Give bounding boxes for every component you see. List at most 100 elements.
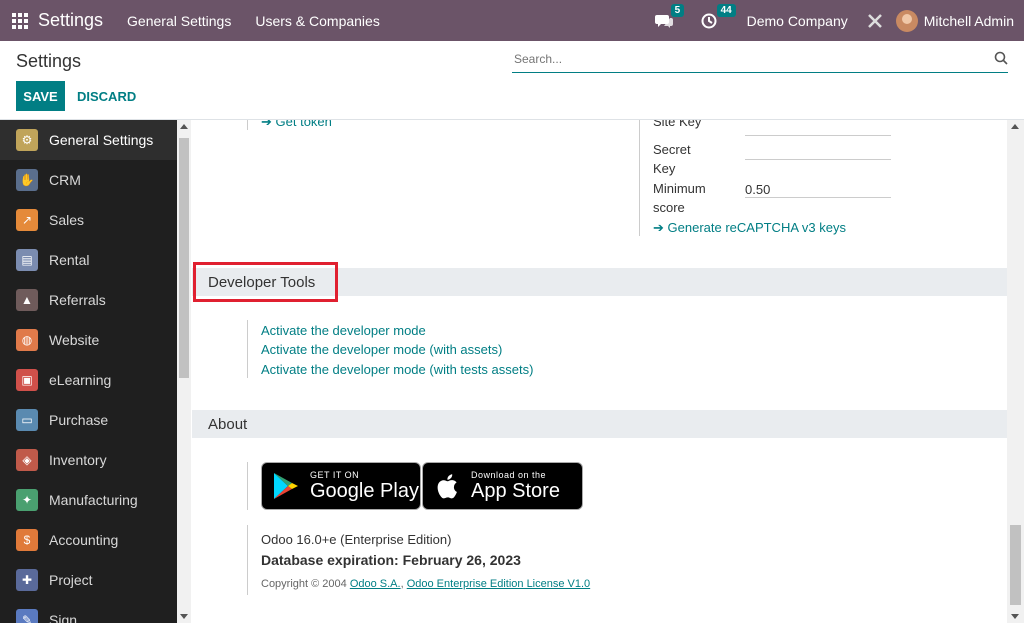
sidebar-item-label: General Settings <box>49 132 154 148</box>
control-panel: Settings SAVE DISCARD <box>0 41 1024 120</box>
handshake-icon: ✋ <box>16 169 38 191</box>
debug-tools-icon[interactable] <box>866 12 884 30</box>
secret-key-label-2: Key <box>653 161 676 176</box>
license-link[interactable]: Odoo Enterprise Edition License V1.0 <box>407 578 590 590</box>
highlight-box <box>193 262 338 302</box>
divider <box>247 120 248 130</box>
user-name: Mitchell Admin <box>923 12 1014 29</box>
sidebar-item-referrals[interactable]: ▲ Referrals <box>0 280 177 320</box>
divider <box>247 525 248 595</box>
clock-icon <box>701 13 717 28</box>
version-text: Odoo 16.0+e (Enterprise Edition) <box>261 532 452 547</box>
activate-developer-mode-link[interactable]: Activate the developer mode <box>261 323 426 338</box>
sidebar-item-general-settings[interactable]: ⚙ General Settings <box>0 120 177 160</box>
sidebar-item-label: Purchase <box>49 412 109 428</box>
wrench-icon: ✦ <box>16 489 38 511</box>
apps-menu-icon[interactable] <box>12 12 28 29</box>
sidebar-item-label: eLearning <box>49 372 112 388</box>
app-store-button[interactable]: Download on the App Store <box>422 462 583 510</box>
copyright-prefix: Copyright © 2004 <box>261 578 347 590</box>
top-navbar: Settings General Settings Users & Compan… <box>0 0 1024 41</box>
rental-icon: ▤ <box>16 249 38 271</box>
app-brand[interactable]: Settings <box>38 10 103 31</box>
min-score-field[interactable]: 0.50 <box>745 182 891 198</box>
sidebar-item-project[interactable]: ✚ Project <box>0 560 177 600</box>
save-button[interactable]: SAVE <box>16 81 65 111</box>
avatar <box>895 9 918 32</box>
sign-icon: ✎ <box>16 609 38 623</box>
globe-icon: ◍ <box>16 329 38 351</box>
copyright-line: Copyright © 2004 Odoo S.A., Odoo Enterpr… <box>261 578 591 590</box>
sidebar-item-label: Website <box>49 332 100 348</box>
generate-recaptcha-label: Generate reCAPTCHA v3 keys <box>667 220 846 235</box>
app-store-small: Download on the <box>471 470 547 480</box>
sidebar-item-label: Rental <box>49 252 90 268</box>
site-key-field[interactable] <box>745 120 891 136</box>
sidebar-item-crm[interactable]: ✋ CRM <box>0 160 177 200</box>
divider <box>247 462 248 510</box>
sidebar-scrollbar[interactable] <box>177 120 191 623</box>
search-bar <box>512 49 1008 73</box>
gear-icon: ⚙ <box>16 129 38 151</box>
sidebar-item-website[interactable]: ◍ Website <box>0 320 177 360</box>
sidebar-item-label: Manufacturing <box>49 492 138 508</box>
google-play-button[interactable]: GET IT ON Google Play <box>261 462 421 510</box>
activate-developer-mode-assets-link[interactable]: Activate the developer mode (with assets… <box>261 342 502 357</box>
sidebar-item-rental[interactable]: ▤ Rental <box>0 240 177 280</box>
scroll-down-arrow[interactable] <box>180 614 188 619</box>
apple-icon <box>437 474 457 499</box>
menu-users-companies[interactable]: Users & Companies <box>255 13 380 29</box>
discard-button[interactable]: DISCARD <box>71 81 142 111</box>
sidebar-item-label: CRM <box>49 172 81 188</box>
activate-developer-mode-tests-link[interactable]: Activate the developer mode (with tests … <box>261 362 533 377</box>
sidebar-item-inventory[interactable]: ◈ Inventory <box>0 440 177 480</box>
min-score-label-1: Minimum <box>653 181 706 196</box>
box-icon: ◈ <box>16 449 38 471</box>
sidebar-item-elearning[interactable]: ▣ eLearning <box>0 360 177 400</box>
main-scroll-thumb[interactable] <box>1010 525 1021 605</box>
scroll-up-arrow[interactable] <box>180 124 188 129</box>
sidebar-item-accounting[interactable]: $ Accounting <box>0 520 177 560</box>
sidebar-item-label: Sign <box>49 612 78 623</box>
settings-content: ➔ Get token Site Key Secret Key Minimum … <box>191 120 1007 623</box>
sidebar-item-manufacturing[interactable]: ✦ Manufacturing <box>0 480 177 520</box>
user-menu[interactable]: Mitchell Admin <box>895 9 1014 32</box>
scroll-down-arrow[interactable] <box>1011 614 1019 619</box>
elearning-icon: ▣ <box>16 369 38 391</box>
scroll-up-arrow[interactable] <box>1011 124 1019 129</box>
sidebar-item-label: Project <box>49 572 93 588</box>
company-switcher[interactable]: Demo Company <box>747 13 848 29</box>
messages-button[interactable]: 5 <box>654 3 685 29</box>
search-input[interactable] <box>512 49 972 69</box>
about-title: About <box>208 416 248 433</box>
get-token-link[interactable]: ➔ Get token <box>261 120 332 130</box>
messages-badge: 5 <box>670 3 685 17</box>
purchase-icon: ▭ <box>16 409 38 431</box>
expiration-text: Database expiration: February 26, 2023 <box>261 552 521 568</box>
activities-button[interactable]: 44 <box>701 3 736 29</box>
puzzle-icon: ✚ <box>16 569 38 591</box>
odoo-sa-link[interactable]: Odoo S.A. <box>350 578 401 590</box>
divider <box>247 320 248 378</box>
sidebar-item-sign[interactable]: ✎ Sign <box>0 600 177 623</box>
app-store-big: App Store <box>471 480 560 502</box>
about-header: About <box>192 410 1007 438</box>
secret-key-label-1: Secret <box>653 142 691 157</box>
site-key-label: Site Key <box>653 120 702 129</box>
activities-badge: 44 <box>716 3 736 17</box>
sidebar-item-label: Sales <box>49 212 85 228</box>
generate-recaptcha-link[interactable]: ➔ Generate reCAPTCHA v3 keys <box>653 220 846 236</box>
google-play-icon <box>274 473 298 499</box>
menu-general-settings[interactable]: General Settings <box>127 13 231 29</box>
sidebar-item-sales[interactable]: ↗ Sales <box>0 200 177 240</box>
sidebar-item-label: Accounting <box>49 532 119 548</box>
main-scrollbar[interactable] <box>1007 120 1024 623</box>
settings-sidebar: ⚙ General Settings ✋ CRM ↗ Sales ▤ Renta… <box>0 120 177 623</box>
min-score-label-2: score <box>653 200 685 215</box>
google-play-small: GET IT ON <box>310 470 360 480</box>
divider <box>639 120 640 236</box>
sidebar-item-purchase[interactable]: ▭ Purchase <box>0 400 177 440</box>
search-icon[interactable] <box>994 51 1008 65</box>
secret-key-field[interactable] <box>745 144 891 160</box>
sidebar-scroll-thumb[interactable] <box>179 138 189 378</box>
